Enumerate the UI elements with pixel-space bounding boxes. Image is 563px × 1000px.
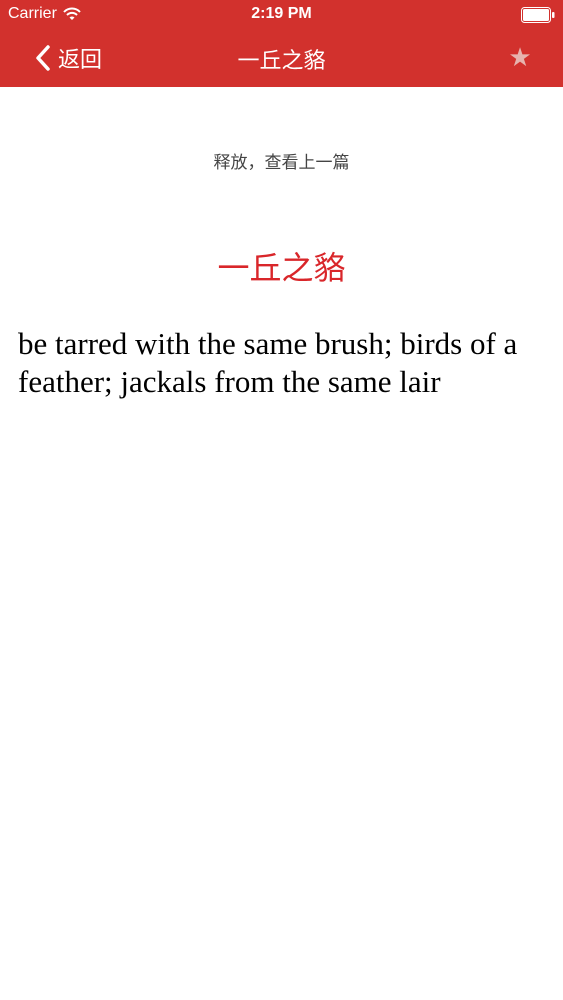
favorite-button[interactable]: ★ — [507, 42, 533, 72]
header: Carrier 2:19 PM 返回 一丘之貉 ★ — [0, 0, 563, 87]
star-icon: ★ — [508, 42, 532, 72]
back-label: 返回 — [58, 47, 103, 72]
pull-to-previous-hint: 释放，查看上一篇 — [213, 153, 350, 172]
entry-title: 一丘之貉 — [217, 250, 346, 286]
status-bar: Carrier 2:19 PM — [0, 0, 563, 30]
entry-definition: be tarred with the same brush; birds of … — [18, 326, 518, 399]
chevron-left-icon — [34, 44, 52, 72]
battery-icon — [521, 7, 555, 23]
nav-title: 一丘之貉 — [237, 48, 326, 73]
navigation-bar: 返回 一丘之貉 ★ — [0, 30, 563, 87]
status-time: 2:19 PM — [251, 5, 312, 22]
back-button[interactable]: 返回 — [34, 42, 102, 74]
